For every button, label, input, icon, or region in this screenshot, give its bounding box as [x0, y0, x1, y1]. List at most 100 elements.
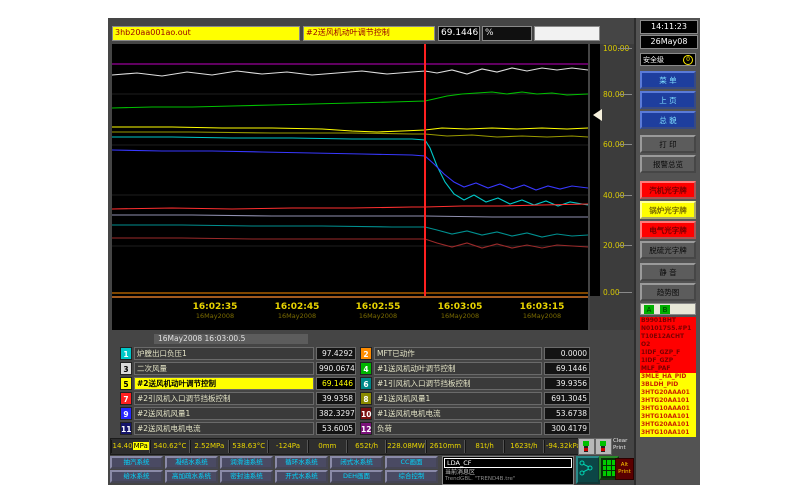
curve-value: 69.1446: [544, 362, 590, 375]
sidebar-button-0[interactable]: 菜 单: [640, 71, 696, 89]
alarm-tag[interactable]: T10E12ACHT: [640, 333, 696, 341]
status-cell: -124Pa: [268, 440, 307, 453]
curve-number-badge: 3: [120, 362, 132, 375]
alarm-tag[interactable]: 3HTG20AAA01: [640, 389, 696, 397]
alarm-tag[interactable]: B9901BHT: [640, 317, 696, 325]
nav-button-btnrow1-2[interactable]: 润滑油系统: [220, 456, 273, 469]
x-tick-date: 16May2008: [356, 312, 401, 320]
title-bar: 3hb20aa001ao.out #2送风机动叶调节控制 69.1446 %: [112, 26, 600, 41]
nav-button-btnrow1-1[interactable]: 凝结水系统: [165, 456, 218, 469]
curve-label[interactable]: #1送风机动叶调节控制: [374, 362, 542, 375]
curve-label[interactable]: 负荷: [374, 422, 542, 435]
screen-nav-row-1: 抽汽系统凝结水系统润滑油系统循环水系统闭式水系统CC画面: [110, 456, 440, 469]
curve-label[interactable]: #2送风机电机电流: [134, 422, 314, 435]
alarm-tag[interactable]: 3HTG20AA101: [640, 397, 696, 405]
curve-value: 382.3297: [316, 407, 356, 420]
sidebar-button-10[interactable]: 趋势图: [640, 283, 696, 301]
curve-label[interactable]: #2送风机风量1: [134, 407, 314, 420]
curve-label[interactable]: #2引风机入口调节挡板控制: [134, 392, 314, 405]
nav-button-btnrow1-5[interactable]: CC画面: [385, 456, 438, 469]
toggle-switch-icon[interactable]: [595, 438, 612, 455]
legend-row: 11#2送风机电机电流53.6005: [120, 422, 356, 435]
curve-label[interactable]: #2送风机动叶调节控制: [134, 377, 314, 390]
curve-value: 53.6005: [316, 422, 356, 435]
curve-number-badge: 1: [120, 347, 132, 360]
legend-row: 9#2送风机风量1382.3297: [120, 407, 356, 420]
clear-print-label[interactable]: Clear Print: [613, 438, 635, 452]
alarm-tag[interactable]: 3HTG20AA101: [640, 421, 696, 429]
toggle-on-indicator: [600, 441, 606, 446]
tab-B[interactable]: B: [660, 305, 670, 314]
curve-label[interactable]: #1送风机电机电流: [374, 407, 542, 420]
legend-row: 12负荷300.4179: [360, 422, 590, 435]
nav-button-btnrow2-1[interactable]: 高加疏水系统: [165, 470, 218, 483]
curve-label[interactable]: MFT已动作: [374, 347, 542, 360]
blank-entry-field[interactable]: [534, 26, 600, 41]
nav-button-btnrow2-3[interactable]: 开式水系统: [275, 470, 328, 483]
alarm-tag[interactable]: MLF_PAF: [640, 365, 696, 373]
nav-button-btnrow1-0[interactable]: 抽汽系统: [110, 456, 163, 469]
sidebar-button-2[interactable]: 总 貌: [640, 111, 696, 129]
x-tick-date: 16May2008: [275, 312, 320, 320]
flow-diagram-icon[interactable]: [576, 456, 600, 484]
legend-row: 6#1引风机入口调节挡板控制39.9356: [360, 377, 590, 390]
status-cell: 228.08MW: [386, 440, 425, 453]
curve-value: 69.1446: [316, 377, 356, 390]
legend-row: 3二次风量990.0674: [120, 362, 356, 375]
alt-print-button[interactable]: Alt Print: [615, 458, 634, 480]
sidebar-button-6[interactable]: 锅炉光字牌: [640, 201, 696, 219]
curve-label[interactable]: #1送风机风量1: [374, 392, 542, 405]
x-tick-date: 16May2008: [438, 312, 483, 320]
legend-left-column: 1炉膛出口负压197.42923二次风量990.06745#2送风机动叶调节控制…: [120, 347, 356, 437]
alarm-tag[interactable]: 3MLE_HA_PID: [640, 373, 696, 381]
nav-button-btnrow1-4[interactable]: 闭式水系统: [330, 456, 383, 469]
nav-button-btnrow2-5[interactable]: 综合控制: [385, 470, 438, 483]
x-tick-date: 16May2008: [520, 312, 565, 320]
value-pointer-icon[interactable]: [593, 109, 602, 121]
alarm-tag[interactable]: 1IDF_GZP: [640, 357, 696, 365]
curve-label[interactable]: 二次风量: [134, 362, 314, 375]
nav-button-btnrow1-3[interactable]: 循环水系统: [275, 456, 328, 469]
alarm-tag[interactable]: 3HTG10AA101: [640, 413, 696, 421]
security-level-box: 安全级 0: [640, 53, 696, 66]
sidebar-button-4[interactable]: 报警总览: [640, 155, 696, 173]
curve-label[interactable]: #1引风机入口调节挡板控制: [374, 377, 542, 390]
alarm-tag[interactable]: 1IDF_GZP_F: [640, 349, 696, 357]
sidebar-button-8[interactable]: 脱硫光字牌: [640, 241, 696, 259]
curve-value: 39.9356: [544, 377, 590, 390]
sidebar-button-9[interactable]: 静 音: [640, 263, 696, 281]
curve-number-badge: 6: [360, 377, 372, 390]
tab-A[interactable]: A: [644, 305, 654, 314]
toggle-switch-icon[interactable]: [578, 438, 595, 455]
command-input-field[interactable]: LDA_CF: [444, 458, 572, 468]
legend-row: 4#1送风机动叶调节控制69.1446: [360, 362, 590, 375]
y-tick-mark: [618, 94, 632, 95]
nav-button-btnrow2-0[interactable]: 给水系统: [110, 470, 163, 483]
sidebar-button-1[interactable]: 上 页: [640, 91, 696, 109]
security-label: 安全级: [643, 54, 664, 65]
point-tag-field[interactable]: 3hb20aa001ao.out: [112, 26, 300, 41]
y-tick-mark: [618, 245, 632, 246]
trend-chart-area[interactable]: 16:02:3516May200816:02:4516May200816:02:…: [112, 44, 588, 330]
sidebar-button-7[interactable]: 电气光字牌: [640, 221, 696, 239]
clock-time: 14:11:23: [640, 20, 698, 34]
sidebar-button-5[interactable]: 汽机光字牌: [640, 181, 696, 199]
toggle-on-indicator: [583, 441, 589, 446]
curve-value: 39.9358: [316, 392, 356, 405]
status-cell: 540.62°C: [150, 440, 189, 453]
nav-button-btnrow2-2[interactable]: 密封油系统: [220, 470, 273, 483]
point-description-field[interactable]: #2送风机动叶调节控制: [303, 26, 435, 41]
alarm-tag[interactable]: O2: [640, 341, 696, 349]
curve-number-badge: 4: [360, 362, 372, 375]
curve-value: 990.0674: [316, 362, 356, 375]
curve-label[interactable]: 炉膛出口负压1: [134, 347, 314, 360]
nav-button-btnrow2-4[interactable]: DEH画面: [330, 470, 383, 483]
x-tick-time: 16:02:35: [193, 302, 238, 312]
trend-plot[interactable]: [112, 44, 588, 296]
alarm-tag[interactable]: 3HTG10AA101: [640, 429, 696, 437]
sidebar-button-3[interactable]: 打 印: [640, 135, 696, 153]
alarm-tag[interactable]: N01017S5.#P1: [640, 325, 696, 333]
alarm-tag[interactable]: 3BLDH_PID: [640, 381, 696, 389]
alarm-tag[interactable]: 3HTG10AAA01: [640, 405, 696, 413]
x-axis-separator: [112, 296, 588, 298]
